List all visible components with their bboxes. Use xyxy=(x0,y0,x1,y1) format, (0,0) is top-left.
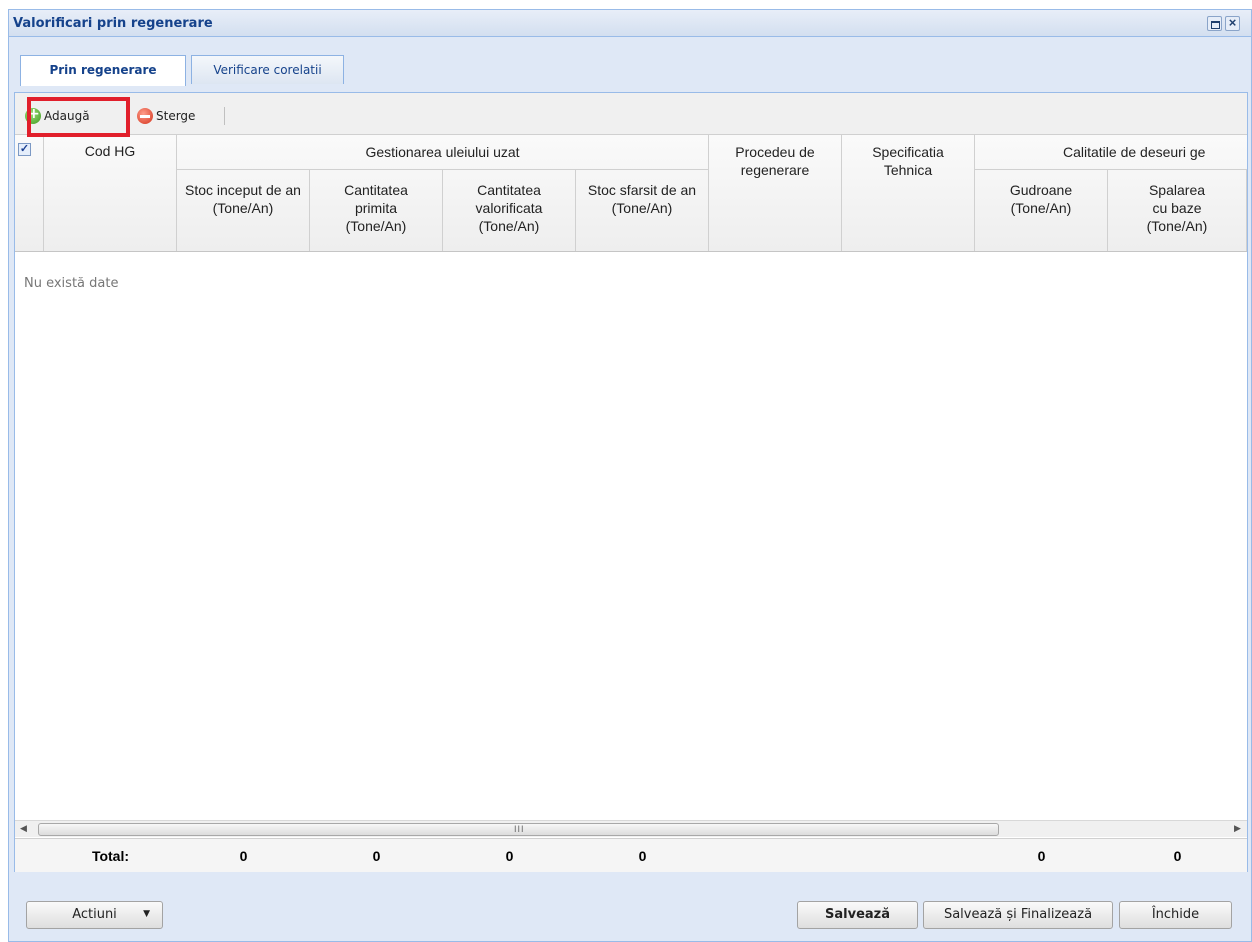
window-title: Valorificari prin regenerare xyxy=(13,16,213,31)
save-button[interactable]: Salvează xyxy=(797,901,918,929)
total-stoc-sfarsit: 0 xyxy=(638,848,647,864)
close-icon[interactable]: × xyxy=(1225,16,1240,31)
delete-button-label: Sterge xyxy=(156,109,196,123)
actions-label: Actiuni xyxy=(72,907,117,922)
scroll-right-icon[interactable]: ▶ xyxy=(1234,823,1241,834)
dialog-window: Valorificari prin regenerare × Prin rege… xyxy=(8,9,1252,942)
total-cant-primita: 0 xyxy=(372,848,381,864)
tab-prin-regenerare[interactable]: Prin regenerare xyxy=(20,55,186,86)
close-button[interactable]: Închide xyxy=(1119,901,1232,929)
header-cant-valorificata[interactable]: Cantitatea valorificata (Tone/An) xyxy=(443,169,576,251)
header-cod-hg[interactable]: Cod HG xyxy=(44,135,177,251)
grip-icon: III xyxy=(514,824,525,834)
save-finalize-button[interactable]: Salvează și Finalizează xyxy=(923,901,1113,929)
total-stoc-inceput: 0 xyxy=(239,848,248,864)
header-procedeu[interactable]: Procedeu de regenerare xyxy=(709,135,842,251)
total-cant-valorificata: 0 xyxy=(505,848,514,864)
empty-message: Nu există date xyxy=(24,276,119,291)
title-bar: Valorificari prin regenerare × xyxy=(9,10,1251,37)
grid-panel: Adaugă Sterge ✓ Cod HG Gestionarea uleiu… xyxy=(14,92,1248,872)
remove-icon xyxy=(137,108,153,124)
total-gudroane: 0 xyxy=(1037,848,1046,864)
chevron-down-icon: ▼ xyxy=(143,909,150,919)
header-stoc-sfarsit[interactable]: Stoc sfarsit de an (Tone/An) xyxy=(576,169,709,251)
totals-row: Total: 0 0 0 0 0 0 xyxy=(15,838,1247,872)
total-spalarea: 0 xyxy=(1173,848,1182,864)
totals-label: Total: xyxy=(91,848,130,864)
header-spalarea[interactable]: Spalarea cu baze (Tone/An) xyxy=(1108,169,1247,251)
horizontal-scrollbar[interactable]: ◀ III ▶ xyxy=(15,820,1247,837)
tab-strip: Prin regenerare Verificare corelatii xyxy=(9,38,1251,92)
actions-dropdown[interactable]: Actiuni ▼ xyxy=(26,901,163,929)
scroll-left-icon[interactable]: ◀ xyxy=(20,823,27,834)
dialog-footer: Actiuni ▼ Salvează Salvează și Finalizea… xyxy=(9,878,1251,940)
grid-toolbar: Adaugă Sterge xyxy=(15,93,1247,135)
header-specificatia[interactable]: Specificatia Tehnica xyxy=(842,135,975,251)
delete-button[interactable]: Sterge xyxy=(137,106,195,126)
add-button-highlight xyxy=(27,97,130,137)
header-group-waste: Calitatile de deseuri ge xyxy=(975,135,1247,169)
header-group-oil: Gestionarea uleiului uzat xyxy=(177,135,709,169)
header-stoc-inceput[interactable]: Stoc inceput de an (Tone/An) xyxy=(177,169,310,251)
header-gudroane[interactable]: Gudroane (Tone/An) xyxy=(975,169,1108,251)
select-all-column: ✓ xyxy=(15,135,44,251)
maximize-icon[interactable] xyxy=(1207,16,1222,31)
toolbar-separator xyxy=(224,107,225,125)
select-all-checkbox[interactable]: ✓ xyxy=(18,143,31,156)
tab-verificare-corelatii[interactable]: Verificare corelatii xyxy=(191,55,344,84)
scroll-thumb[interactable]: III xyxy=(38,823,999,836)
grid-header: ✓ Cod HG Gestionarea uleiului uzat Stoc … xyxy=(15,135,1247,252)
header-cant-primita[interactable]: Cantitatea primita (Tone/An) xyxy=(310,169,443,251)
